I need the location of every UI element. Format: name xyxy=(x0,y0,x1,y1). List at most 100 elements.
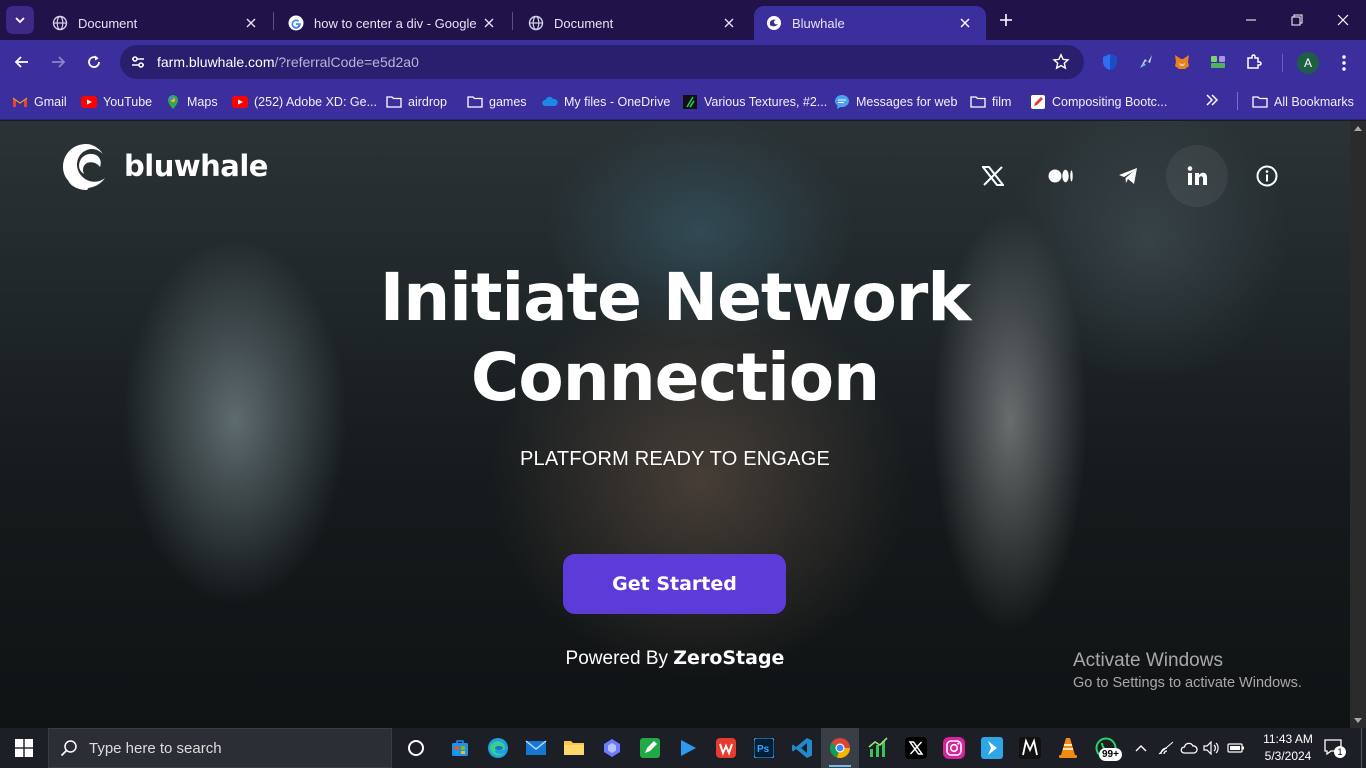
cortana-button[interactable] xyxy=(397,728,435,768)
bookmark-folder-airdrop[interactable]: airdrop xyxy=(386,92,447,112)
medium-link[interactable] xyxy=(1030,145,1092,207)
tab-close-icon[interactable] xyxy=(480,14,498,32)
taskbar-app-chart[interactable] xyxy=(859,728,897,768)
taskbar-app-whatsapp[interactable]: 99+ xyxy=(1087,728,1125,768)
reload-button[interactable] xyxy=(80,48,108,76)
scroll-down-arrow-icon[interactable] xyxy=(1354,718,1362,723)
unicorn-extension-icon[interactable] xyxy=(1136,52,1156,72)
bookmark-messages[interactable]: Messages for web xyxy=(834,92,957,112)
forward-button[interactable] xyxy=(44,48,72,76)
minimize-button[interactable] xyxy=(1228,0,1274,40)
address-bar[interactable]: farm.bluwhale.com/?referralCode=e5d2a0 xyxy=(120,45,1084,79)
bookmark-gmail[interactable]: Gmail xyxy=(12,92,67,112)
vlc-icon xyxy=(1059,738,1077,758)
bookmark-star-icon[interactable] xyxy=(1052,53,1070,71)
browser-menu-button[interactable] xyxy=(1334,53,1354,73)
tab-google-search[interactable]: how to center a div - Google Se xyxy=(276,6,510,40)
bookmark-compositing-bootcamp[interactable]: Compositing Bootc... xyxy=(1030,92,1167,112)
taskbar-app-photoshop[interactable]: Ps xyxy=(745,728,783,768)
taskbar-app-store[interactable] xyxy=(441,728,479,768)
taskbar-app-copilot[interactable] xyxy=(593,728,631,768)
bookmark-onedrive[interactable]: My files - OneDrive xyxy=(542,92,670,112)
taskbar-app-wps[interactable] xyxy=(707,728,745,768)
bookmarks-overflow-icon[interactable] xyxy=(1203,91,1221,109)
puzzle-game-extension-icon[interactable] xyxy=(1208,52,1228,72)
battery-tray-icon[interactable] xyxy=(1226,738,1246,758)
bookmark-adobe-xd[interactable]: (252) Adobe XD: Ge... xyxy=(232,92,377,112)
pen-app-icon xyxy=(640,738,660,758)
tab-title: Document xyxy=(78,15,138,31)
reload-icon xyxy=(88,55,100,68)
x-link[interactable] xyxy=(962,145,1024,207)
plus-icon xyxy=(1000,14,1012,26)
scroll-up-arrow-icon[interactable] xyxy=(1354,126,1362,131)
tab-title: how to center a div - Google Se xyxy=(314,15,480,31)
site-settings-icon[interactable] xyxy=(128,52,148,72)
x-icon xyxy=(982,166,1004,186)
bookmarks-bar: Gmail YouTube Maps (252) Adobe XD: Ge...… xyxy=(0,84,1366,120)
restore-button[interactable] xyxy=(1274,0,1320,40)
back-button[interactable] xyxy=(8,48,36,76)
show-hidden-icons-button[interactable] xyxy=(1131,738,1151,758)
tab-document-2[interactable]: Document xyxy=(516,6,750,40)
taskbar-search-box[interactable]: Type here to search xyxy=(48,728,392,768)
bookmark-label: YouTube xyxy=(103,95,153,109)
medium-icon xyxy=(1048,169,1073,183)
taskbar-app-arrow[interactable] xyxy=(973,728,1011,768)
onedrive-tray-icon[interactable] xyxy=(1179,738,1199,758)
show-desktop-button[interactable] xyxy=(1361,728,1362,768)
taskbar-app-file-explorer[interactable] xyxy=(555,728,593,768)
taskbar-app-chrome[interactable] xyxy=(821,728,859,768)
zerostage-link[interactable]: ZeroStage xyxy=(673,647,784,669)
google-icon xyxy=(288,15,304,31)
get-started-button[interactable]: Get Started xyxy=(563,554,786,614)
taskbar-app-instagram[interactable] xyxy=(935,728,973,768)
taskbar-app-vlc[interactable] xyxy=(1049,728,1087,768)
bookmark-folder-games[interactable]: games xyxy=(467,92,527,112)
url-text[interactable]: farm.bluwhale.com/?referralCode=e5d2a0 xyxy=(157,54,419,70)
taskbar-app-edge[interactable] xyxy=(479,728,517,768)
tab-close-icon[interactable] xyxy=(720,14,738,32)
linkedin-link[interactable] xyxy=(1166,145,1228,207)
taskbar-app-play[interactable] xyxy=(669,728,707,768)
taskbar-app-m[interactable] xyxy=(1011,728,1049,768)
taskbar-app-mail[interactable] xyxy=(517,728,555,768)
network-tray-icon[interactable] xyxy=(1156,738,1176,758)
all-bookmarks-button[interactable]: All Bookmarks xyxy=(1252,92,1354,112)
hero-heading: Initiate Network Connection xyxy=(300,258,1050,418)
close-window-button[interactable] xyxy=(1320,0,1366,40)
taskbar-app-green-editor[interactable] xyxy=(631,728,669,768)
telegram-link[interactable] xyxy=(1097,145,1159,207)
page-scrollbar[interactable] xyxy=(1350,121,1366,728)
url-host: farm.bluwhale.com xyxy=(157,54,275,70)
volume-tray-icon[interactable] xyxy=(1202,738,1222,758)
bookmark-maps[interactable]: Maps xyxy=(165,92,218,112)
bookmark-various-textures[interactable]: Various Textures, #2... xyxy=(682,92,827,112)
shield-extension-icon[interactable] xyxy=(1100,52,1120,72)
vscode-icon xyxy=(792,738,812,758)
metamask-extension-icon[interactable] xyxy=(1172,52,1192,72)
bookmark-folder-film[interactable]: film xyxy=(970,92,1011,112)
folder-icon xyxy=(1252,94,1268,110)
taskbar-app-vscode[interactable] xyxy=(783,728,821,768)
tab-document-1[interactable]: Document xyxy=(40,6,272,40)
bookmark-label: games xyxy=(489,95,527,109)
tab-bluwhale[interactable]: Bluwhale xyxy=(754,6,986,40)
tab-close-icon[interactable] xyxy=(956,14,974,32)
taskbar-clock[interactable]: 11:43 AM 5/3/2024 xyxy=(1252,731,1324,765)
info-link[interactable] xyxy=(1236,145,1298,207)
taskbar-app-x[interactable] xyxy=(897,728,935,768)
wps-icon xyxy=(716,738,736,758)
start-button[interactable] xyxy=(0,728,48,768)
bluwhale-logo[interactable]: bluwhale xyxy=(60,141,268,191)
tab-close-icon[interactable] xyxy=(242,14,260,32)
bookmark-youtube[interactable]: YouTube xyxy=(81,92,152,112)
profile-avatar[interactable]: A xyxy=(1297,52,1319,74)
extensions-puzzle-icon[interactable] xyxy=(1244,52,1264,72)
notification-center-button[interactable]: 1 xyxy=(1323,738,1346,758)
tab-search-button[interactable] xyxy=(6,6,34,34)
new-tab-button[interactable] xyxy=(994,8,1018,32)
bootcamp-icon xyxy=(1030,94,1046,110)
store-icon xyxy=(452,740,468,756)
battery-icon xyxy=(1227,743,1244,753)
